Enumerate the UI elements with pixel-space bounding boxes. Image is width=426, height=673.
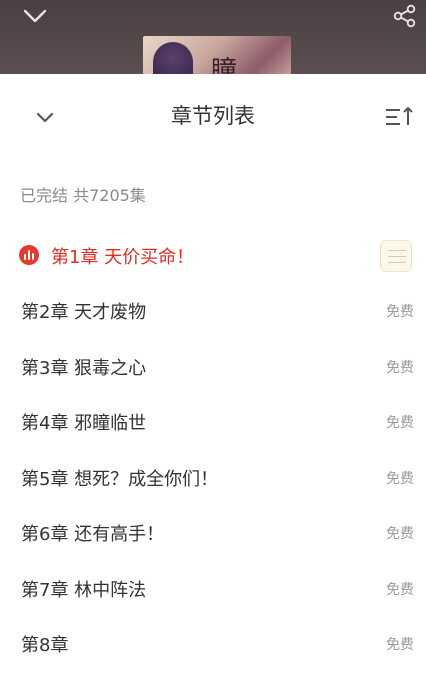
chapter-title: 第6章 还有高手！ [21,524,165,545]
chapter-row-current[interactable]: 第1章 天价买命！ [0,228,426,282]
chapter-row[interactable]: 第8章 免费 [0,616,426,670]
free-badge: 免费 [386,637,414,653]
chapter-title: 第1章 天价买命！ [51,247,195,268]
chapter-row[interactable]: 第7章 林中阵法 免费 [0,561,426,615]
chapter-row[interactable]: 第2章 天才废物 免费 [0,283,426,337]
chapter-title: 第7章 林中阵法 [21,580,147,601]
chapter-row[interactable]: 第6章 还有高手！ 免费 [0,505,426,559]
free-badge: 免费 [386,415,414,431]
sort-order-icon[interactable] [384,104,414,130]
chapter-title: 第2章 天才废物 [21,302,147,323]
chapter-title: 第5章 想死？成全你们！ [21,469,219,490]
chapter-title: 第8章 [21,635,69,656]
playing-indicator-icon [19,245,39,265]
free-badge: 免费 [386,360,414,376]
chevron-down-icon[interactable] [22,6,48,26]
free-badge: 免费 [386,526,414,542]
chapter-list-sheet: 章节列表 已完结 共7205集 第1章 天价买命！ 第2章 天才废物 免费 第3… [0,74,426,673]
chapter-row[interactable]: 第5章 想死？成全你们！ 免费 [0,450,426,504]
free-badge: 免费 [386,471,414,487]
completion-summary: 已完结 共7205集 [20,186,146,205]
book-cover-image: 瞳 [143,36,291,74]
chapter-title: 第3章 狠毒之心 [21,358,147,379]
background-player: 瞳 [0,0,426,74]
cover-lettering: 瞳 [211,56,238,74]
chapter-row[interactable]: 第4章 邪瞳临世 免费 [0,394,426,448]
chapter-row[interactable]: 第3章 狠毒之心 免费 [0,339,426,393]
sheet-header: 章节列表 [0,74,426,158]
cover-figure [153,42,193,74]
free-badge: 免费 [386,304,414,320]
document-icon[interactable] [380,240,412,272]
chapter-title: 第4章 邪瞳临世 [21,413,147,434]
sheet-title: 章节列表 [171,104,255,128]
free-badge: 免费 [386,582,414,598]
share-icon[interactable] [392,4,418,28]
